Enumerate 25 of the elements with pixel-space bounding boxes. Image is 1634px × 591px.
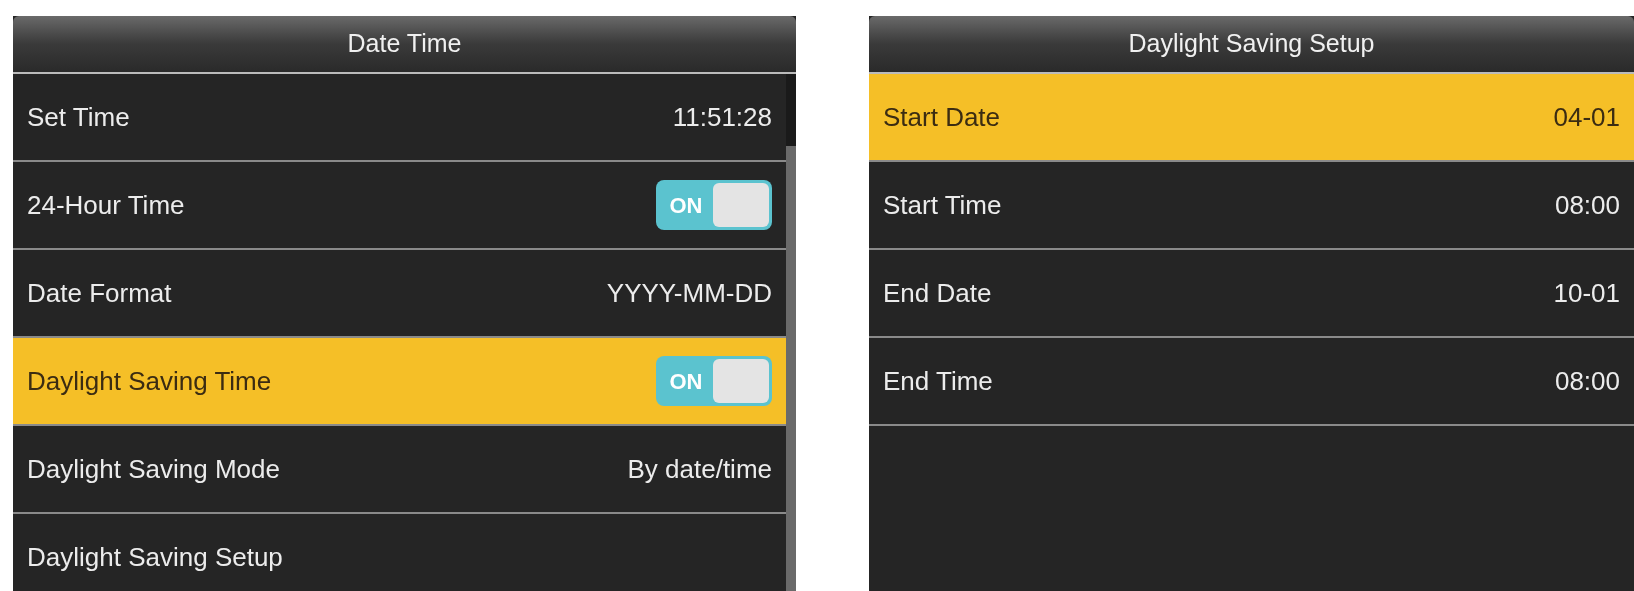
menu-row[interactable]: Daylight Saving Time ON xyxy=(13,338,786,426)
row-label: Daylight Saving Time xyxy=(27,364,272,398)
row-label: Set Time xyxy=(27,100,130,134)
toggle-knob xyxy=(713,183,769,227)
row-value: 11:51:28 xyxy=(672,100,772,134)
row-label: Date Format xyxy=(27,276,172,310)
row-value: YYYY-MM-DD xyxy=(606,276,772,310)
toggle-label: ON xyxy=(668,191,704,220)
row-value: By date/time xyxy=(627,452,772,486)
row-value: 10-01 xyxy=(1553,276,1620,310)
toggle-knob xyxy=(713,359,769,403)
row-label: Daylight Saving Setup xyxy=(27,540,283,574)
row-label: Start Date xyxy=(883,100,1001,134)
row-value: 08:00 xyxy=(1554,364,1620,398)
row-label: Start Time xyxy=(883,188,1002,222)
row-value: 04-01 xyxy=(1553,100,1620,134)
menu-row[interactable]: Start Date 04-01 xyxy=(869,74,1634,162)
row-label: Daylight Saving Mode xyxy=(27,452,280,486)
screen-title: Date Time xyxy=(347,28,462,60)
row-label: End Time xyxy=(883,364,993,398)
row-label: End Date xyxy=(883,276,992,310)
row-value: 08:00 xyxy=(1554,188,1620,222)
toggle-label: ON xyxy=(668,367,704,396)
screen-title: Daylight Saving Setup xyxy=(1128,28,1375,60)
row-label: 24-Hour Time xyxy=(27,188,185,222)
